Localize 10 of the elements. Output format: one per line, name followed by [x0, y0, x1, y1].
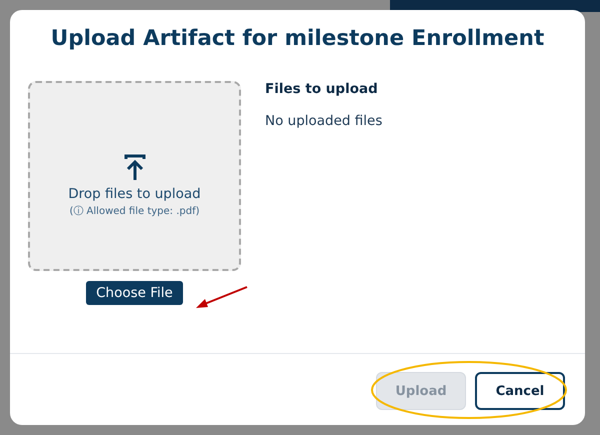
files-heading: Files to upload — [265, 81, 379, 97]
empty-files-text: No uploaded files — [265, 113, 382, 129]
cancel-button[interactable]: Cancel — [475, 372, 565, 410]
drop-zone[interactable]: Drop files to upload (ⓘ Allowed file type: .pdf) — [28, 81, 241, 271]
file-type-hint: (ⓘ Allowed file type: .pdf) — [69, 204, 200, 218]
upload-icon — [124, 154, 146, 182]
drop-label: Drop files to upload — [68, 186, 201, 202]
dialog-title: Upload Artifact for milestone Enrollment — [50, 25, 544, 51]
annotation-arrow — [196, 286, 248, 308]
choose-file-button[interactable]: Choose File — [86, 281, 183, 305]
